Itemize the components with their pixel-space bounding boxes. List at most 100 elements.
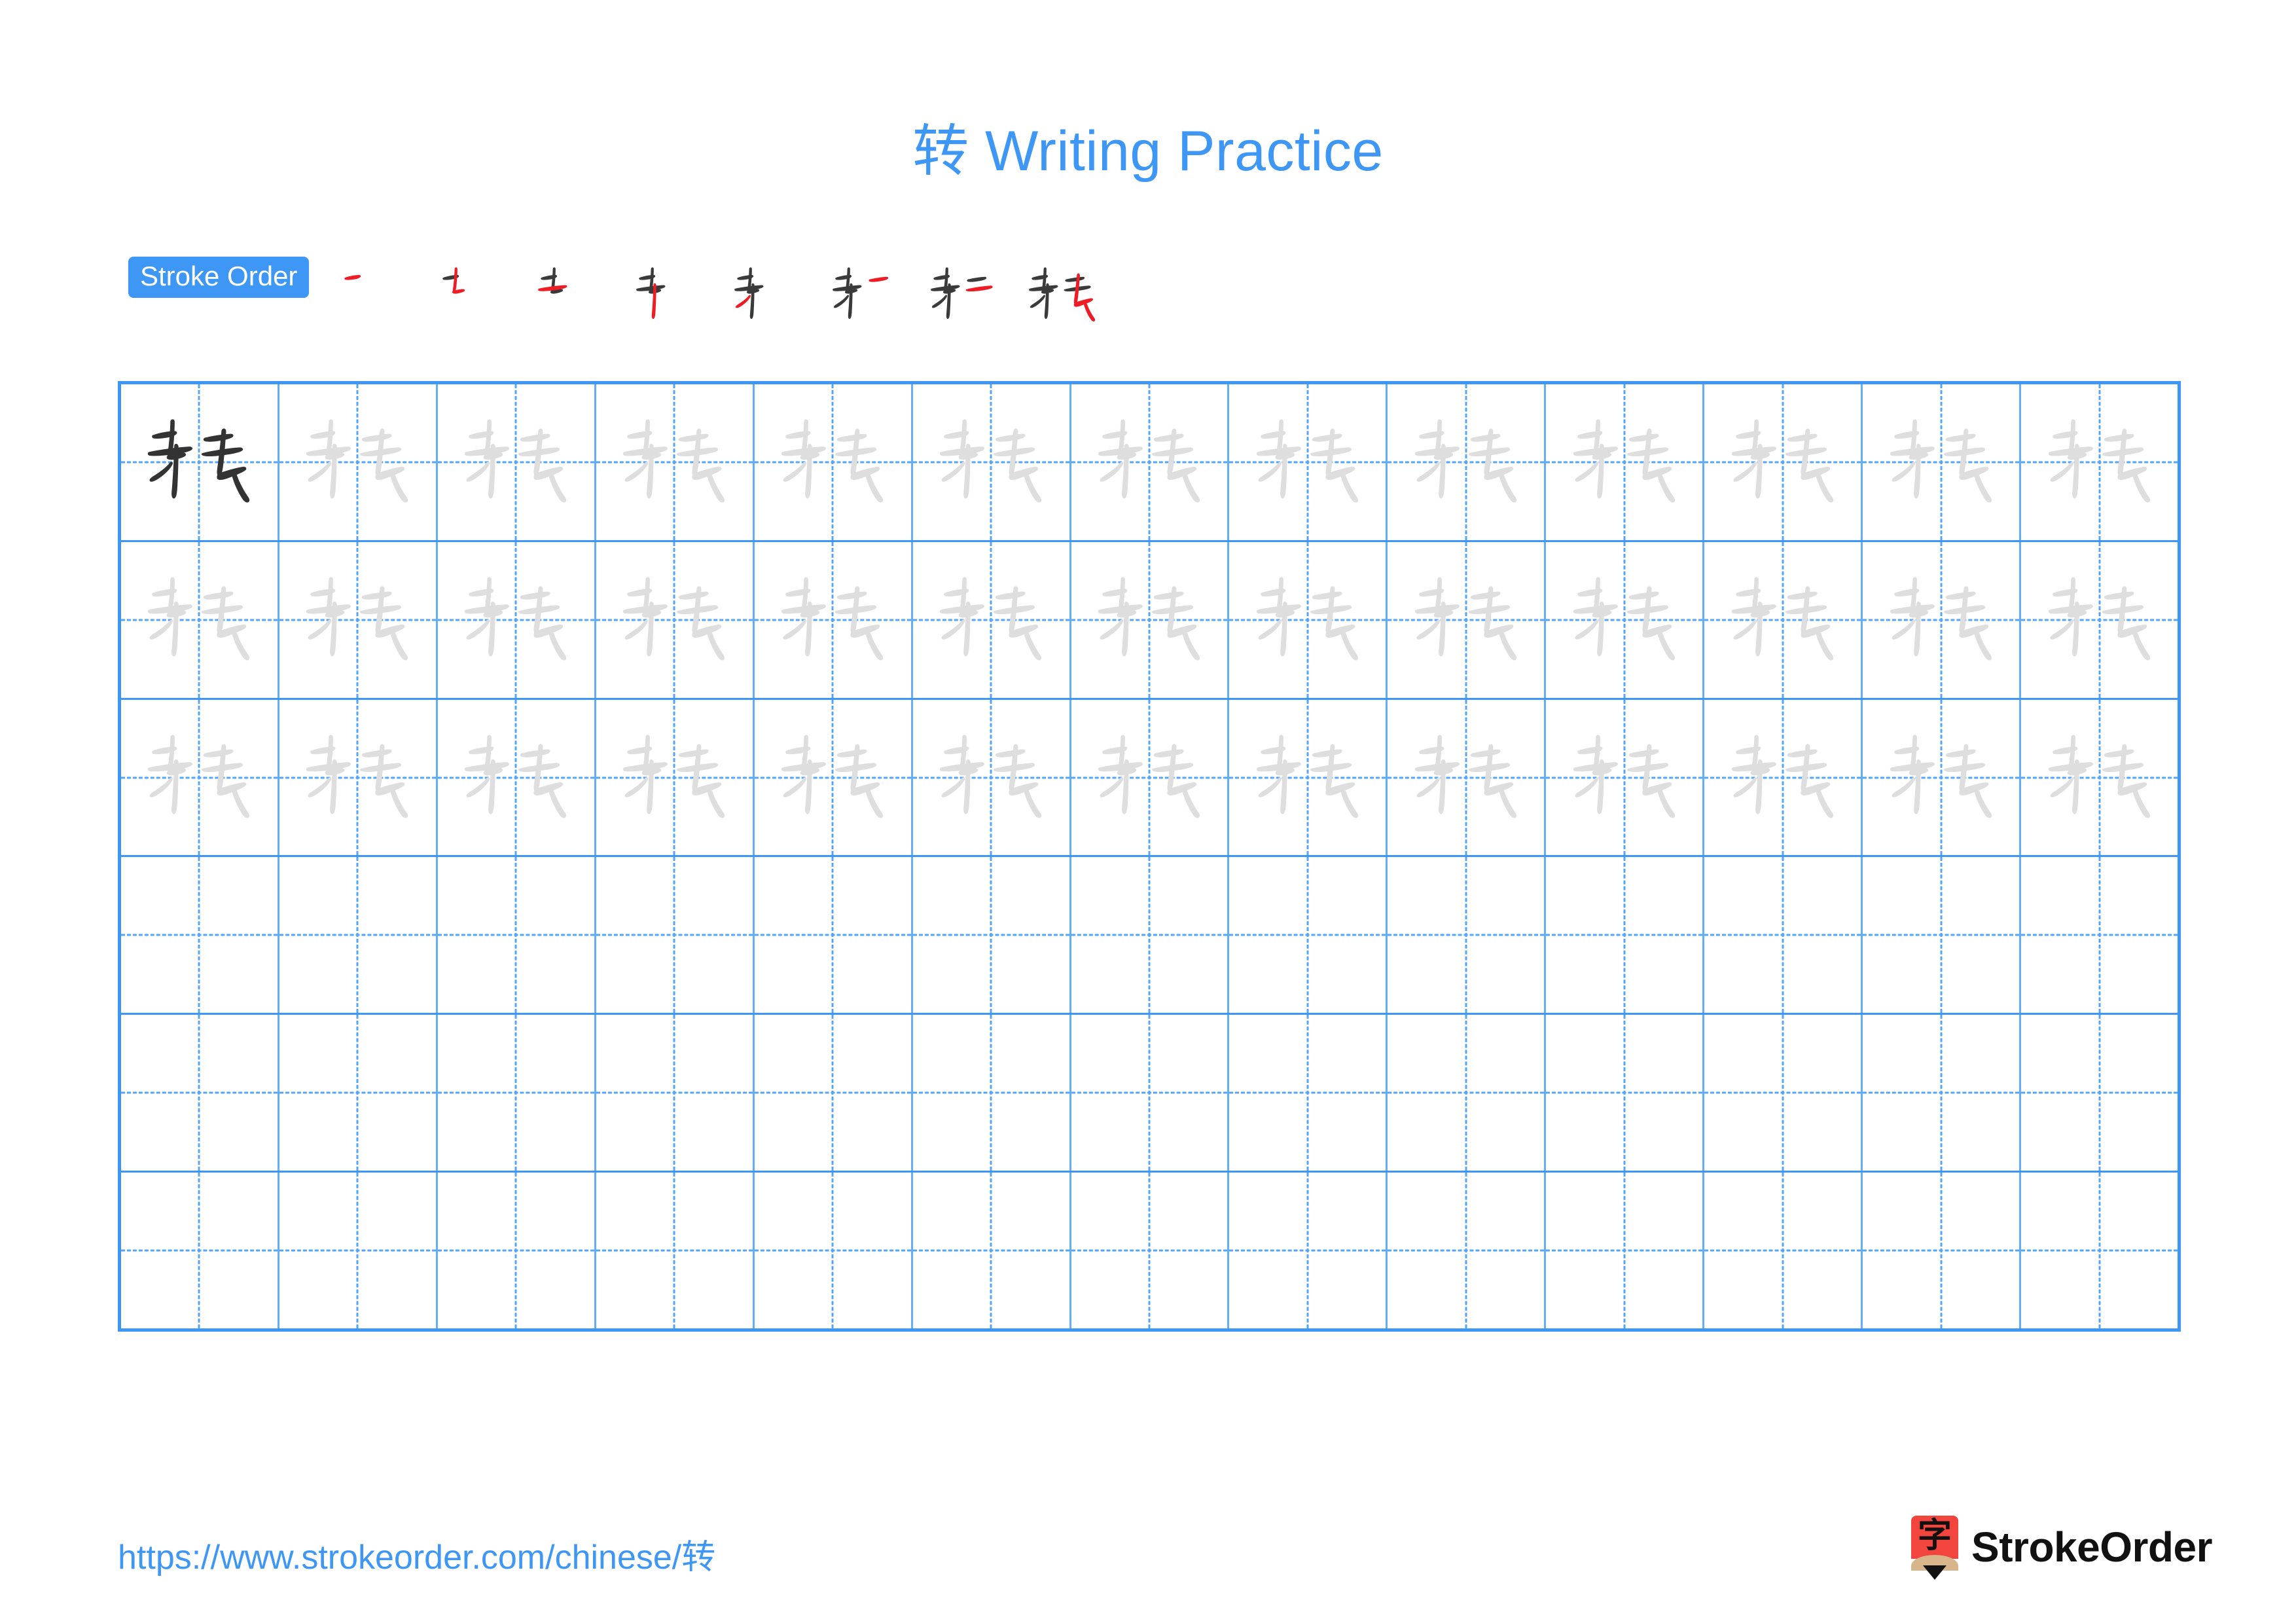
grid-cell-r5-c4[interactable] bbox=[596, 1015, 755, 1171]
grid-cell-r5-c13[interactable] bbox=[2021, 1015, 2178, 1171]
guide-line-vertical bbox=[2098, 857, 2101, 1013]
grid-cell-r1-c2[interactable] bbox=[279, 384, 438, 540]
guide-line-horizontal bbox=[1229, 934, 1386, 936]
grid-cell-r1-c6[interactable] bbox=[912, 384, 1071, 540]
guide-line-horizontal bbox=[1863, 1249, 2020, 1252]
stroke-order-steps bbox=[326, 253, 1111, 338]
grid-cell-r5-c7[interactable] bbox=[1071, 1015, 1230, 1171]
grid-cell-r5-c5[interactable] bbox=[754, 1015, 913, 1171]
grid-cell-r1-c3[interactable] bbox=[437, 384, 596, 540]
grid-cell-r3-c7[interactable] bbox=[1071, 699, 1230, 856]
grid-cell-r5-c1[interactable] bbox=[121, 1015, 279, 1171]
grid-cell-r2-c5[interactable] bbox=[754, 541, 913, 698]
grid-cell-r3-c12[interactable] bbox=[1863, 699, 2022, 856]
grid-cell-r5-c6[interactable] bbox=[912, 1015, 1071, 1171]
grid-cell-r4-c5[interactable] bbox=[754, 857, 913, 1013]
grid-cell-r4-c12[interactable] bbox=[1863, 857, 2022, 1013]
grid-cell-r6-c4[interactable] bbox=[596, 1173, 755, 1328]
grid-cell-r3-c8[interactable] bbox=[1229, 699, 1388, 856]
grid-cell-r2-c13[interactable] bbox=[2021, 541, 2178, 698]
grid-row bbox=[121, 541, 2178, 700]
grid-cell-r4-c2[interactable] bbox=[279, 857, 438, 1013]
guide-line-vertical bbox=[198, 857, 200, 1013]
grid-cell-r6-c11[interactable] bbox=[1704, 1173, 1863, 1328]
grid-cell-r2-c6[interactable] bbox=[912, 541, 1071, 698]
grid-cell-r5-c12[interactable] bbox=[1863, 1015, 2022, 1171]
grid-cell-r1-c4[interactable] bbox=[596, 384, 755, 540]
grid-cell-r1-c10[interactable] bbox=[1546, 384, 1705, 540]
grid-cell-r6-c5[interactable] bbox=[754, 1173, 913, 1328]
grid-cell-r4-c9[interactable] bbox=[1388, 857, 1547, 1013]
grid-cell-r2-c2[interactable] bbox=[279, 541, 438, 698]
grid-cell-r4-c4[interactable] bbox=[596, 857, 755, 1013]
grid-cell-r2-c10[interactable] bbox=[1546, 541, 1705, 698]
grid-cell-r5-c10[interactable] bbox=[1546, 1015, 1705, 1171]
grid-cell-r6-c3[interactable] bbox=[437, 1173, 596, 1328]
grid-cell-r3-c9[interactable] bbox=[1388, 699, 1547, 856]
grid-cell-r2-c12[interactable] bbox=[1863, 541, 2022, 698]
grid-cell-r4-c11[interactable] bbox=[1704, 857, 1863, 1013]
grid-cell-r6-c1[interactable] bbox=[121, 1173, 279, 1328]
grid-cell-r3-c10[interactable] bbox=[1546, 699, 1705, 856]
grid-row bbox=[121, 699, 2178, 858]
grid-cell-r1-c13[interactable] bbox=[2021, 384, 2178, 540]
stroke-step-7 bbox=[915, 253, 1013, 338]
grid-cell-r1-c5[interactable] bbox=[754, 384, 913, 540]
grid-cell-r3-c13[interactable] bbox=[2021, 699, 2178, 856]
grid-cell-r5-c9[interactable] bbox=[1388, 1015, 1547, 1171]
trace-character bbox=[1704, 384, 1861, 540]
stroke-order-section: Stroke Order bbox=[128, 253, 1111, 331]
stroke-step-4 bbox=[620, 253, 719, 338]
guide-line-vertical bbox=[198, 1015, 200, 1171]
grid-cell-r6-c13[interactable] bbox=[2021, 1173, 2178, 1328]
stroke-step-2 bbox=[424, 253, 522, 338]
grid-cell-r6-c12[interactable] bbox=[1863, 1173, 2022, 1328]
grid-cell-r1-c1[interactable] bbox=[121, 384, 279, 540]
grid-cell-r1-c9[interactable] bbox=[1388, 384, 1547, 540]
trace-character bbox=[1388, 384, 1544, 540]
grid-cell-r2-c3[interactable] bbox=[437, 541, 596, 698]
grid-cell-r6-c7[interactable] bbox=[1071, 1173, 1230, 1328]
guide-line-horizontal bbox=[754, 1091, 911, 1094]
grid-cell-r2-c8[interactable] bbox=[1229, 541, 1388, 698]
grid-cell-r6-c6[interactable] bbox=[912, 1173, 1071, 1328]
grid-cell-r6-c10[interactable] bbox=[1546, 1173, 1705, 1328]
grid-cell-r6-c2[interactable] bbox=[279, 1173, 438, 1328]
guide-line-horizontal bbox=[121, 1249, 278, 1252]
grid-cell-r3-c6[interactable] bbox=[912, 699, 1071, 856]
grid-cell-r4-c8[interactable] bbox=[1229, 857, 1388, 1013]
brand-logo[interactable]: 字 StrokeOrder bbox=[1911, 1511, 2212, 1583]
grid-cell-r4-c13[interactable] bbox=[2021, 857, 2178, 1013]
grid-cell-r6-c9[interactable] bbox=[1388, 1173, 1547, 1328]
grid-cell-r4-c7[interactable] bbox=[1071, 857, 1230, 1013]
grid-cell-r1-c12[interactable] bbox=[1863, 384, 2022, 540]
trace-character bbox=[1704, 700, 1861, 856]
grid-cell-r1-c11[interactable] bbox=[1704, 384, 1863, 540]
grid-cell-r5-c11[interactable] bbox=[1704, 1015, 1863, 1171]
grid-cell-r3-c5[interactable] bbox=[754, 699, 913, 856]
grid-cell-r5-c3[interactable] bbox=[437, 1015, 596, 1171]
grid-cell-r3-c1[interactable] bbox=[121, 699, 279, 856]
grid-cell-r3-c3[interactable] bbox=[437, 699, 596, 856]
grid-cell-r2-c11[interactable] bbox=[1704, 541, 1863, 698]
grid-cell-r5-c2[interactable] bbox=[279, 1015, 438, 1171]
grid-cell-r4-c6[interactable] bbox=[912, 857, 1071, 1013]
grid-cell-r1-c7[interactable] bbox=[1071, 384, 1230, 540]
grid-cell-r1-c8[interactable] bbox=[1229, 384, 1388, 540]
grid-cell-r5-c8[interactable] bbox=[1229, 1015, 1388, 1171]
grid-cell-r6-c8[interactable] bbox=[1229, 1173, 1388, 1328]
grid-cell-r3-c11[interactable] bbox=[1704, 699, 1863, 856]
footer-url[interactable]: https://www.strokeorder.com/chinese/转 bbox=[118, 1529, 715, 1578]
grid-cell-r3-c2[interactable] bbox=[279, 699, 438, 856]
guide-line-vertical bbox=[356, 1015, 359, 1171]
grid-cell-r2-c1[interactable] bbox=[121, 541, 279, 698]
grid-cell-r2-c7[interactable] bbox=[1071, 541, 1230, 698]
grid-cell-r4-c3[interactable] bbox=[437, 857, 596, 1013]
grid-cell-r2-c4[interactable] bbox=[596, 541, 755, 698]
grid-cell-r4-c10[interactable] bbox=[1546, 857, 1705, 1013]
trace-character bbox=[1546, 384, 1702, 540]
trace-character bbox=[913, 700, 1069, 856]
grid-cell-r3-c4[interactable] bbox=[596, 699, 755, 856]
grid-cell-r4-c1[interactable] bbox=[121, 857, 279, 1013]
grid-cell-r2-c9[interactable] bbox=[1388, 541, 1547, 698]
